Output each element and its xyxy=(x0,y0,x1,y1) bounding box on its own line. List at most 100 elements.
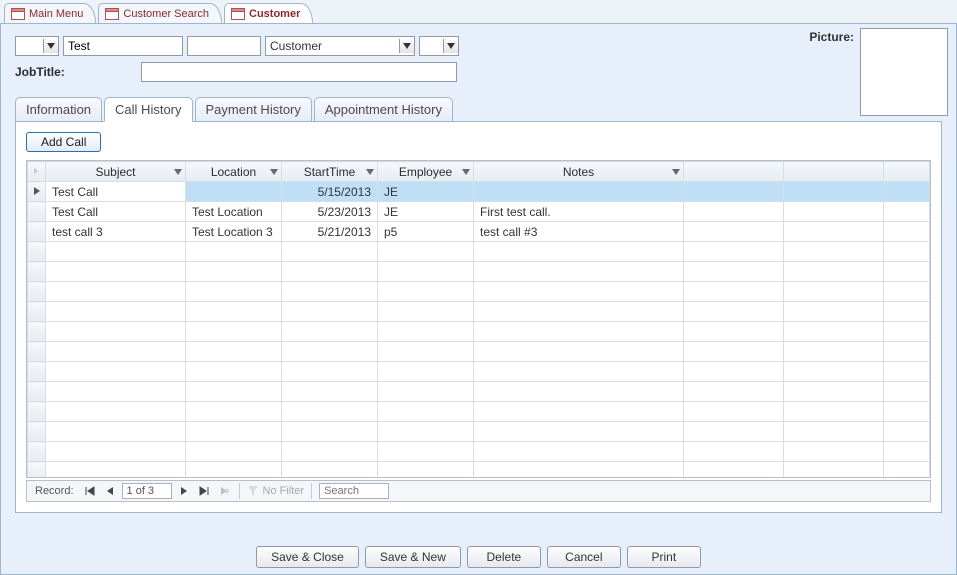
print-button[interactable]: Print xyxy=(627,546,701,568)
col-subject[interactable]: Subject xyxy=(46,162,186,182)
cell-extra[interactable] xyxy=(784,182,884,202)
col-employee[interactable]: Employee xyxy=(378,162,474,182)
cell-location[interactable]: Test Location xyxy=(186,202,282,222)
save-new-button[interactable]: Save & New xyxy=(365,546,461,568)
first-name-input[interactable] xyxy=(63,36,183,56)
cell-extra xyxy=(884,282,930,302)
table-row[interactable] xyxy=(28,362,930,382)
col-extra-3[interactable] xyxy=(884,162,930,182)
cell-location xyxy=(186,462,282,479)
row-selector[interactable] xyxy=(28,202,46,222)
delete-button[interactable]: Delete xyxy=(467,546,541,568)
table-row[interactable] xyxy=(28,282,930,302)
nav-first-button[interactable] xyxy=(82,483,98,499)
calls-table: Subject Location StartTime Employee Note… xyxy=(27,161,930,478)
nav-last-button[interactable] xyxy=(196,483,212,499)
cell-notes[interactable]: test call #3 xyxy=(474,222,684,242)
cell-employee[interactable]: JE xyxy=(378,182,474,202)
prefix-combo[interactable] xyxy=(15,36,59,56)
cell-starttime[interactable]: 5/23/2013 xyxy=(282,202,378,222)
col-starttime[interactable]: StartTime xyxy=(282,162,378,182)
table-row[interactable] xyxy=(28,342,930,362)
cell-location xyxy=(186,362,282,382)
cell-extra[interactable] xyxy=(684,182,784,202)
cell-extra[interactable] xyxy=(884,222,930,242)
table-row[interactable]: Test CallTest Location5/23/2013JEFirst t… xyxy=(28,202,930,222)
cell-subject[interactable]: Test Call xyxy=(46,182,186,202)
cell-notes xyxy=(474,382,684,402)
table-row[interactable] xyxy=(28,462,930,479)
cell-extra[interactable] xyxy=(784,222,884,242)
tab-appointment-history[interactable]: Appointment History xyxy=(314,97,453,122)
jobtitle-input[interactable] xyxy=(141,62,457,82)
middle-name-input[interactable] xyxy=(187,36,261,56)
record-position[interactable]: 1 of 3 xyxy=(122,483,172,499)
cell-location[interactable] xyxy=(186,182,282,202)
table-row[interactable] xyxy=(28,442,930,462)
cell-notes[interactable]: First test call. xyxy=(474,202,684,222)
name-fields-row: Customer xyxy=(15,36,942,56)
last-name-combo[interactable]: Customer xyxy=(265,36,415,56)
dropdown-icon[interactable] xyxy=(443,39,458,53)
cell-extra[interactable] xyxy=(684,202,784,222)
cell-employee xyxy=(378,442,474,462)
save-close-button[interactable]: Save & Close xyxy=(256,546,359,568)
doc-tab-customer[interactable]: Customer xyxy=(224,3,313,23)
cell-location[interactable]: Test Location 3 xyxy=(186,222,282,242)
nav-next-button[interactable] xyxy=(176,483,192,499)
nav-prev-button[interactable] xyxy=(102,483,118,499)
cancel-button[interactable]: Cancel xyxy=(547,546,621,568)
tab-call-history[interactable]: Call History xyxy=(104,97,192,122)
col-extra-2[interactable] xyxy=(784,162,884,182)
dropdown-icon[interactable] xyxy=(43,39,58,53)
table-row[interactable] xyxy=(28,302,930,322)
table-row[interactable] xyxy=(28,262,930,282)
table-row[interactable]: Test Call 5/15/2013JE xyxy=(28,182,930,202)
col-notes[interactable]: Notes xyxy=(474,162,684,182)
table-row[interactable]: test call 3Test Location 35/21/2013p5tes… xyxy=(28,222,930,242)
nav-new-button[interactable] xyxy=(216,483,232,499)
picture-label: Picture: xyxy=(809,28,854,44)
cell-subject[interactable]: Test Call xyxy=(46,202,186,222)
cell-employee[interactable]: JE xyxy=(378,202,474,222)
table-row[interactable] xyxy=(28,242,930,262)
cell-extra xyxy=(884,382,930,402)
table-row[interactable] xyxy=(28,402,930,422)
cell-extra[interactable] xyxy=(684,222,784,242)
tab-information[interactable]: Information xyxy=(15,97,102,122)
filter-indicator[interactable]: No Filter xyxy=(247,485,305,497)
table-row[interactable] xyxy=(28,322,930,342)
cell-subject[interactable]: test call 3 xyxy=(46,222,186,242)
col-location[interactable]: Location xyxy=(186,162,282,182)
row-selector xyxy=(28,242,46,262)
cell-extra xyxy=(784,322,884,342)
suffix-combo[interactable] xyxy=(419,36,459,56)
row-selector-header[interactable] xyxy=(28,162,46,182)
tab-payment-history[interactable]: Payment History xyxy=(195,97,312,122)
add-call-button[interactable]: Add Call xyxy=(26,132,101,152)
row-selector xyxy=(28,342,46,362)
col-extra-1[interactable] xyxy=(684,162,784,182)
row-selector[interactable] xyxy=(28,222,46,242)
cell-employee xyxy=(378,362,474,382)
cell-starttime[interactable]: 5/15/2013 xyxy=(282,182,378,202)
cell-employee[interactable]: p5 xyxy=(378,222,474,242)
row-selector[interactable] xyxy=(28,182,46,202)
cell-starttime[interactable]: 5/21/2013 xyxy=(282,222,378,242)
form-icon xyxy=(105,8,119,20)
table-row[interactable] xyxy=(28,382,930,402)
search-input[interactable] xyxy=(319,483,389,499)
jobtitle-label: JobTitle: xyxy=(15,65,137,79)
picture-frame[interactable] xyxy=(860,28,948,116)
cell-subject xyxy=(46,322,186,342)
cell-extra[interactable] xyxy=(884,202,930,222)
table-row[interactable] xyxy=(28,422,930,442)
cell-extra[interactable] xyxy=(784,202,884,222)
cell-notes[interactable] xyxy=(474,182,684,202)
doc-tab-customer-search[interactable]: Customer Search xyxy=(98,3,222,23)
dropdown-icon[interactable] xyxy=(399,39,414,53)
cell-extra xyxy=(684,442,784,462)
cell-extra[interactable] xyxy=(884,182,930,202)
doc-tab-main-menu[interactable]: Main Menu xyxy=(4,3,96,23)
cell-notes xyxy=(474,362,684,382)
